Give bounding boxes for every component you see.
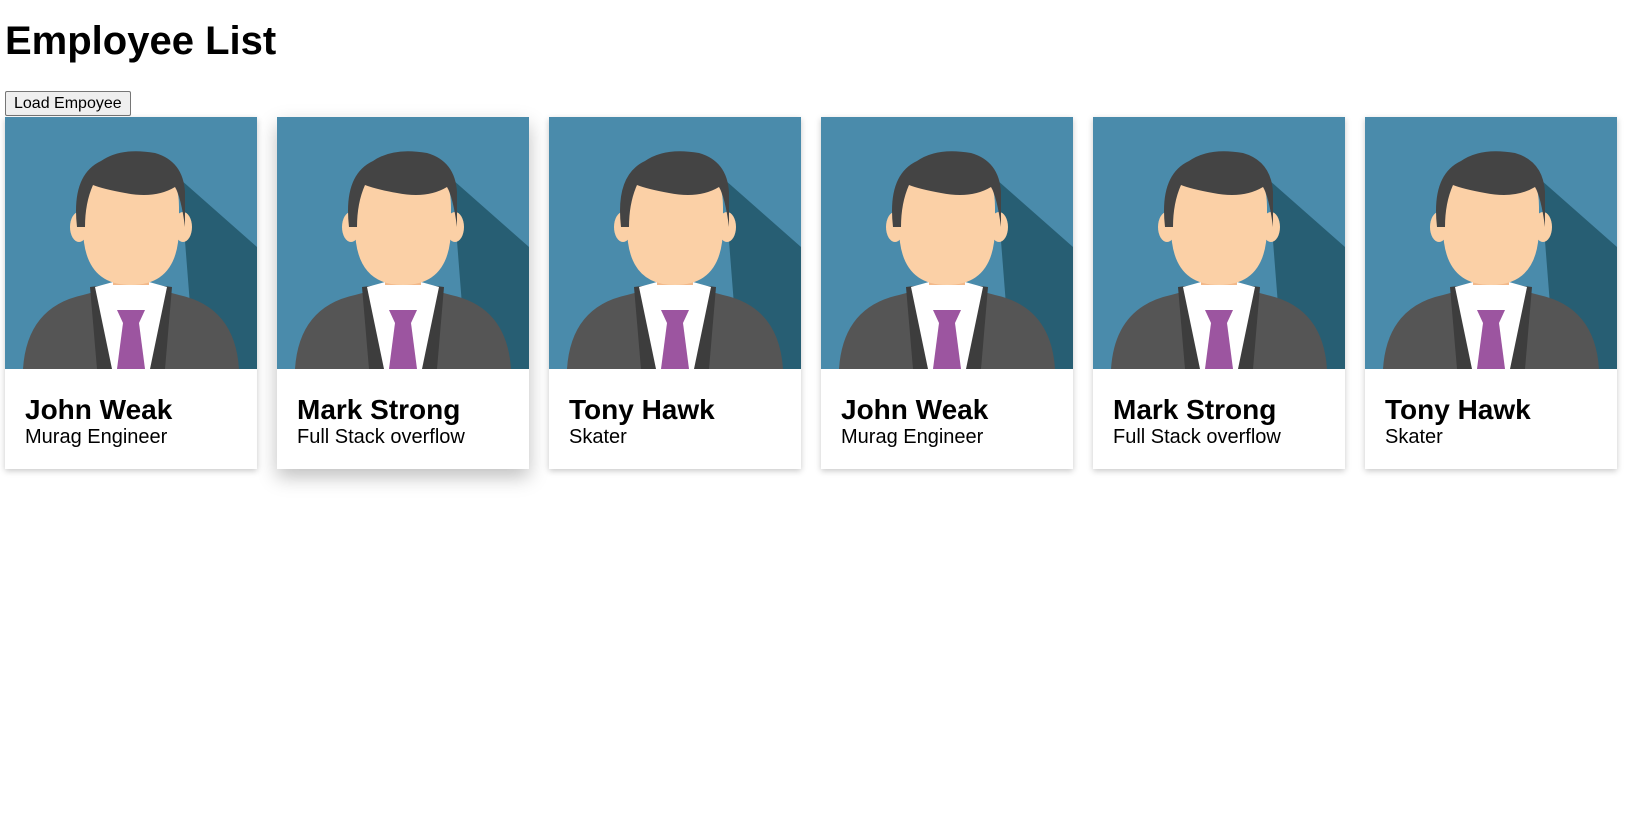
- card-body: Mark Strong Full Stack overflow: [277, 369, 529, 449]
- businessman-avatar-icon: [5, 117, 257, 369]
- employee-name: John Weak: [25, 394, 173, 425]
- businessman-avatar-icon: [821, 117, 1073, 369]
- employee-role: Skater: [569, 426, 627, 448]
- businessman-avatar-icon: [549, 117, 801, 369]
- businessman-avatar-icon: [1365, 117, 1617, 369]
- employee-card[interactable]: Tony Hawk Skater: [1365, 117, 1617, 469]
- employee-role: Murag Engineer: [25, 426, 168, 448]
- employee-card-grid: John Weak Murag Engineer Mark Strong Ful…: [5, 117, 1625, 469]
- employee-role: Full Stack overflow: [1113, 426, 1281, 448]
- card-body: Tony Hawk Skater: [549, 369, 801, 449]
- employee-name: Tony Hawk: [569, 394, 715, 425]
- card-body: Mark Strong Full Stack overflow: [1093, 369, 1345, 449]
- employee-name: Tony Hawk: [1385, 394, 1531, 425]
- employee-card[interactable]: Mark Strong Full Stack overflow: [1093, 117, 1345, 469]
- employee-name: Mark Strong: [297, 394, 461, 425]
- employee-name: Mark Strong: [1113, 394, 1277, 425]
- load-employee-button[interactable]: Load Empoyee: [5, 91, 131, 116]
- employee-card[interactable]: John Weak Murag Engineer: [5, 117, 257, 469]
- page-title: Employee List: [5, 19, 277, 63]
- employee-role: Murag Engineer: [841, 426, 984, 448]
- businessman-avatar-icon: [1093, 117, 1345, 369]
- employee-card[interactable]: John Weak Murag Engineer: [821, 117, 1073, 469]
- employee-name: John Weak: [841, 394, 989, 425]
- card-body: John Weak Murag Engineer: [5, 369, 257, 449]
- employee-card[interactable]: Tony Hawk Skater: [549, 117, 801, 469]
- card-body: Tony Hawk Skater: [1365, 369, 1617, 449]
- businessman-avatar-icon: [277, 117, 529, 369]
- employee-card[interactable]: Mark Strong Full Stack overflow: [277, 117, 529, 469]
- employee-role: Skater: [1385, 426, 1443, 448]
- card-body: John Weak Murag Engineer: [821, 369, 1073, 449]
- employee-role: Full Stack overflow: [297, 426, 465, 448]
